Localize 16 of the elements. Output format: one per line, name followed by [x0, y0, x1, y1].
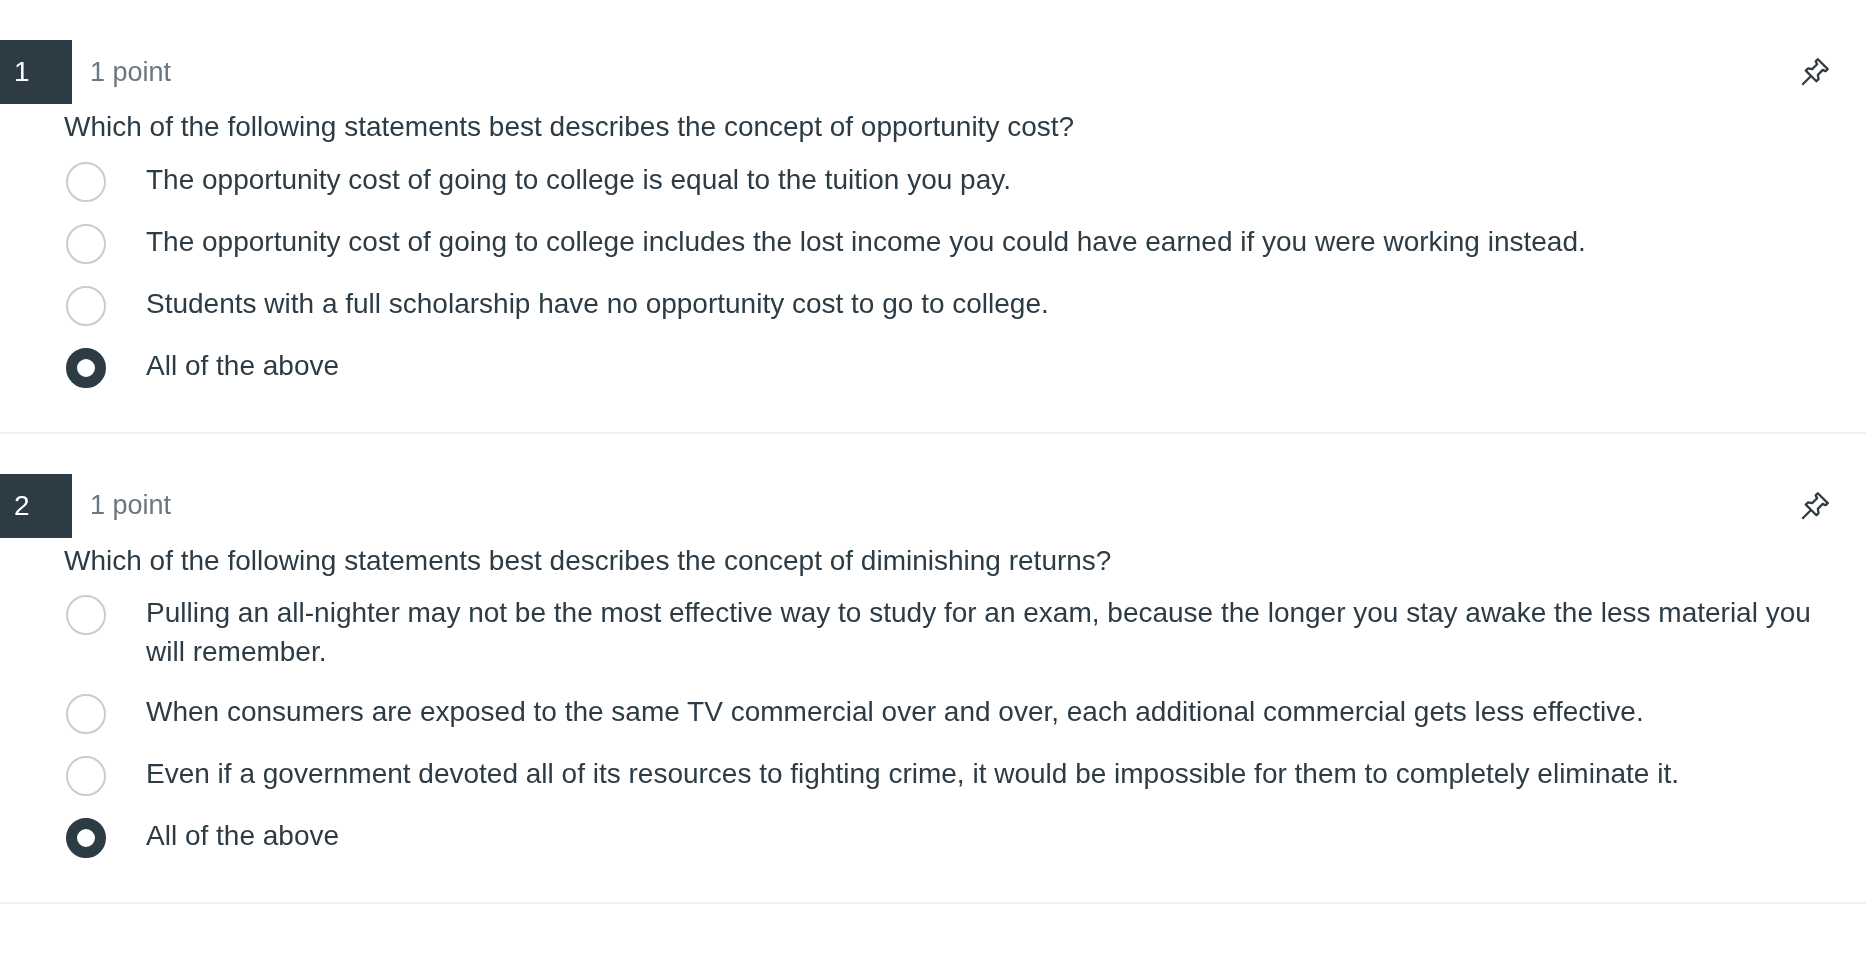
answer-option[interactable]: All of the above	[146, 815, 340, 855]
answer-option[interactable]: The opportunity cost of going to college is equal to the tuition you pay.	[146, 159, 1011, 199]
answer-option[interactable]: All of the above	[146, 345, 340, 385]
answer-option[interactable]: The opportunity cost of going to college includes the lost income you could have earned if you were working instead.	[146, 221, 1586, 261]
answer-option[interactable]: When consumers are exposed to the same TV commercial over and over, each additional commercial gets less effective.	[146, 691, 1644, 731]
answer-option[interactable]: Pulling an all-nighter may not be the most effective way to study for an exam, because the longer you stay awake the less material you will remember.	[146, 593, 1826, 672]
question-text: Which of the following statements best describes the concept of diminishing returns?	[64, 543, 1113, 578]
radio-button[interactable]	[66, 817, 106, 858]
answer-option[interactable]: Even if a government devoted all of its resources to fighting crime, it would be impossible for them to completely eliminate it.	[146, 753, 1679, 793]
question-number: 2	[0, 473, 72, 538]
points-label: 1 point	[90, 56, 173, 88]
question-text: Which of the following statements best describes the concept of opportunity cost?	[64, 110, 1076, 144]
answer-option[interactable]: Students with a full scholarship have no opportunity cost to go to college.	[146, 283, 1049, 323]
radio-button[interactable]	[66, 347, 106, 388]
question-number: 1	[0, 40, 72, 104]
points-label: 1 point	[90, 490, 173, 522]
